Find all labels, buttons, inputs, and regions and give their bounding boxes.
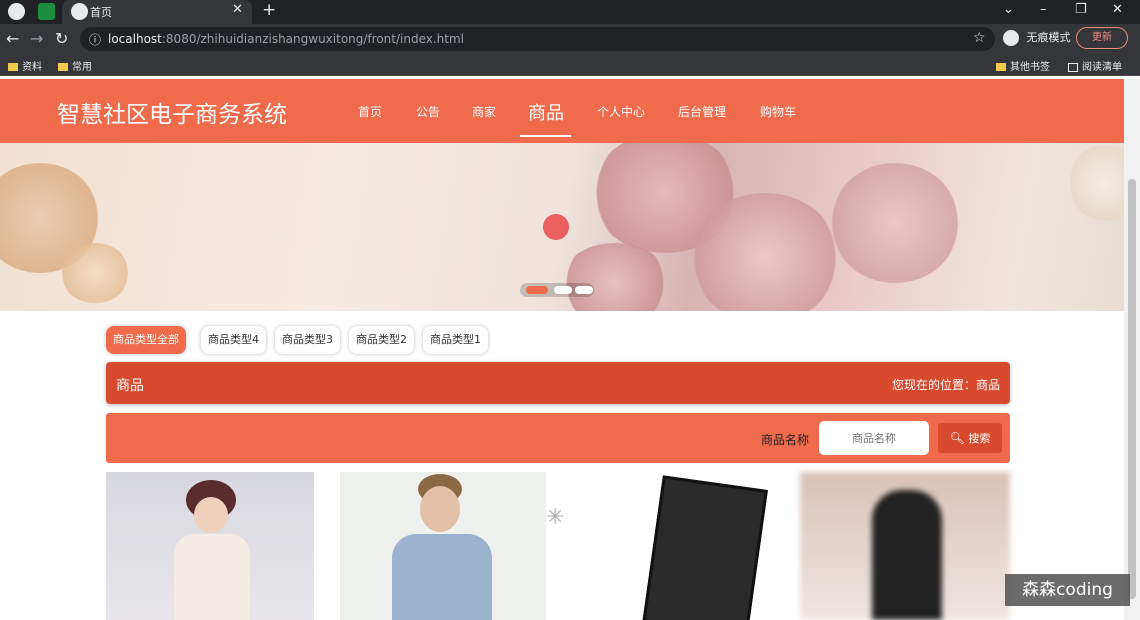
product-image [174, 534, 250, 620]
reading-list-icon [1068, 62, 1078, 72]
back-icon[interactable]: ← [6, 29, 19, 48]
minimize-icon[interactable]: – [1040, 2, 1047, 17]
section-title-bar: 商品 您现在的位置：商品 [106, 362, 1010, 404]
close-window-icon[interactable]: ✕ [1112, 2, 1123, 17]
close-tab-icon[interactable]: ✕ [232, 2, 243, 17]
reload-icon[interactable]: ↻ [55, 29, 68, 48]
flower-decoration [560, 243, 670, 311]
banner-carousel[interactable] [0, 143, 1124, 311]
nav-merchant[interactable]: 商家 [472, 103, 496, 120]
product-image [194, 497, 228, 533]
category-4[interactable]: 商品类型4 [201, 326, 266, 354]
section-title: 商品 [116, 378, 144, 394]
product-card[interactable] [106, 472, 314, 620]
product-card[interactable] [800, 472, 1010, 620]
nav-cart[interactable]: 购物车 [760, 103, 796, 120]
product-image [642, 475, 768, 620]
incognito-icon [1003, 30, 1019, 46]
browser-tab-strip: 首页 ✕ + ⌄ – ❐ ✕ [0, 0, 1140, 24]
folder-icon [58, 63, 68, 71]
carousel-dot-active[interactable] [526, 286, 548, 294]
nav-goods[interactable]: 商品 [528, 99, 564, 125]
flower-decoration [690, 193, 840, 311]
restore-icon[interactable]: ❐ [1075, 2, 1087, 17]
carousel-dot[interactable] [554, 286, 572, 294]
category-3[interactable]: 商品类型3 [275, 326, 340, 354]
search-button[interactable]: 🔍︎ 搜索 [938, 423, 1002, 453]
address-bar[interactable]: ⓘ localhost:8080/zhihuidianzishangwuxito… [80, 27, 995, 51]
search-input[interactable] [819, 421, 929, 455]
site-title: 智慧社区电子商务系统 [57, 102, 287, 128]
tab-search-icon[interactable]: ⌄ [1003, 2, 1014, 17]
category-all[interactable]: 商品类型全部 [106, 326, 186, 354]
carousel-indicators [520, 283, 594, 297]
incognito-indicator[interactable]: 无痕模式 [1003, 29, 1071, 46]
page-scrollbar[interactable] [1124, 79, 1140, 620]
category-1[interactable]: 商品类型1 [423, 326, 488, 354]
nav-personal-center[interactable]: 个人中心 [597, 103, 645, 120]
bookmark-star-icon[interactable]: ☆ [973, 30, 986, 46]
bookmark-folder[interactable]: 资料 [8, 58, 42, 73]
folder-icon [8, 63, 18, 71]
update-button[interactable]: 更新 [1076, 27, 1128, 49]
nav-notice[interactable]: 公告 [416, 103, 440, 120]
cursor-highlight [543, 214, 569, 240]
info-icon[interactable]: ⓘ [89, 31, 101, 48]
product-card[interactable] [570, 472, 790, 620]
flower-decoration [830, 163, 960, 283]
breadcrumb: 您现在的位置：商品 [891, 378, 1000, 392]
folder-icon [996, 63, 1006, 71]
tab-title: 首页 [90, 6, 112, 19]
browser-toolbar: ← → ↻ ⓘ localhost:8080/zhihuidianzishang… [0, 24, 1140, 54]
bookmarks-bar: 资料 常用 其他书签 阅读清单 [0, 54, 1140, 76]
flower-decoration [1070, 143, 1124, 223]
search-label: 商品名称 [761, 433, 810, 447]
product-image [392, 534, 492, 620]
forward-icon[interactable]: → [30, 29, 43, 48]
url-text[interactable]: localhost:8080/zhihuidianzishangwuxitong… [108, 32, 464, 46]
globe-icon[interactable] [8, 3, 25, 20]
category-2[interactable]: 商品类型2 [349, 326, 414, 354]
product-image [872, 490, 942, 620]
site-header: 智慧社区电子商务系统 首页 公告 商家 商品 个人中心 后台管理 购物车 [0, 79, 1124, 143]
search-icon: 🔍︎ [949, 431, 965, 445]
flower-decoration [60, 243, 130, 303]
active-nav-underline [520, 135, 571, 137]
globe-icon [71, 3, 88, 20]
product-image [420, 486, 460, 532]
bookmark-folder[interactable]: 其他书签 [996, 58, 1050, 73]
carousel-dot[interactable] [575, 286, 593, 294]
nav-home[interactable]: 首页 [358, 103, 382, 120]
scrollbar-thumb[interactable] [1128, 179, 1136, 599]
search-bar: 商品名称 🔍︎ 搜索 [106, 413, 1010, 463]
reading-list[interactable]: 阅读清单 [1068, 58, 1122, 73]
video-watermark: 森森coding [1005, 574, 1130, 606]
product-card[interactable] [340, 472, 546, 620]
nav-admin[interactable]: 后台管理 [678, 103, 726, 120]
new-tab-icon[interactable]: + [262, 0, 276, 20]
sheets-tab-icon[interactable] [38, 3, 55, 20]
loading-spinner-icon: ✳ [546, 505, 565, 530]
bookmark-folder[interactable]: 常用 [58, 58, 92, 73]
